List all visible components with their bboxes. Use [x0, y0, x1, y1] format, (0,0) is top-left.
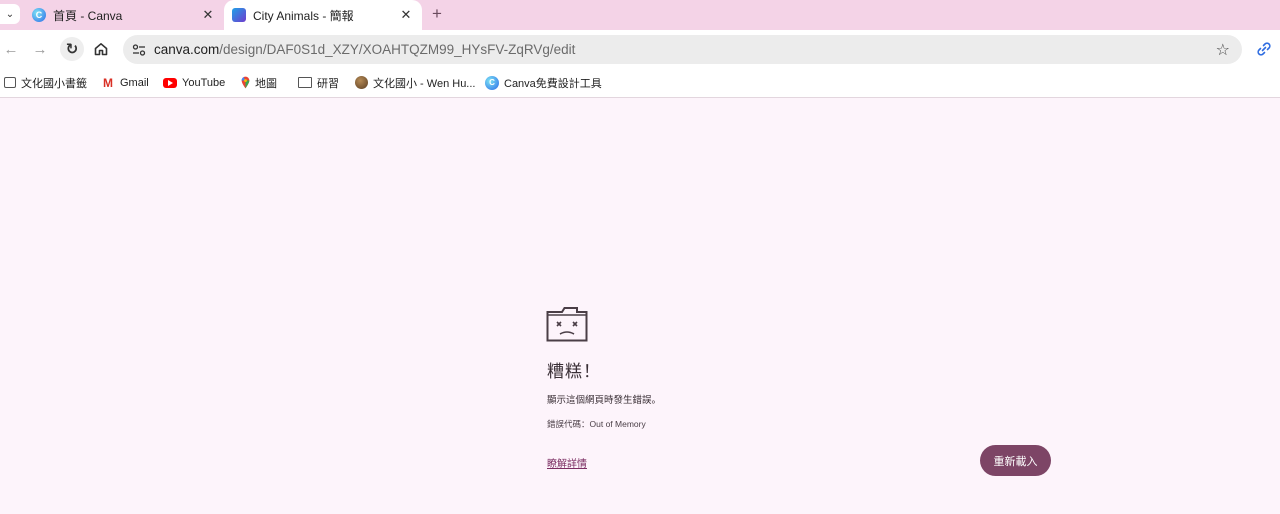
error-title: 糟糕！: [547, 362, 601, 381]
home-button[interactable]: [91, 39, 111, 59]
url-host: canva.com: [154, 42, 220, 57]
bookmark-label: Canva免費設計工具: [504, 77, 602, 90]
address-bar[interactable]: canva.com/design/DAF0S1d_XZY/XOAHTQZM99_…: [123, 35, 1242, 64]
close-icon[interactable]: ✕: [200, 7, 216, 23]
error-code: 錯誤代碼：Out of Memory: [547, 419, 646, 429]
bookmark-folder-training[interactable]: 研習: [298, 74, 339, 91]
bookmark-youtube[interactable]: YouTube: [163, 74, 225, 91]
bookmarks-bar: 文化國小書籤 M Gmail YouTube 地圖 研習 文化國小 - Wen …: [0, 68, 1280, 98]
home-icon: [94, 43, 108, 56]
bookmark-label: Gmail: [120, 76, 149, 89]
bookmark-wenhua-school[interactable]: 文化國小書籤: [4, 74, 87, 91]
url-path: /design/DAF0S1d_XZY/XOAHTQZM99_HYsFV-ZqR…: [219, 42, 576, 57]
youtube-icon: [163, 77, 177, 88]
bookmark-apps-icon: [4, 77, 16, 88]
folder-icon: [298, 77, 312, 88]
bookmark-canva[interactable]: C Canva免費設計工具: [485, 74, 602, 91]
new-tab-button[interactable]: +: [428, 4, 446, 23]
browser-toolbar: ← → ↻ canva.com/design/DAF0S1d_XZY/XOAHT…: [0, 30, 1280, 68]
city-animals-icon: [232, 8, 246, 22]
reload-button[interactable]: ↻: [60, 37, 84, 61]
plus-icon: +: [432, 4, 442, 23]
tab-city-animals[interactable]: City Animals - 簡報 ✕: [224, 0, 422, 30]
bookmark-label: 地圖: [255, 77, 277, 90]
bookmark-maps[interactable]: 地圖: [241, 74, 277, 91]
tab-canva-home[interactable]: C 首頁 - Canva ✕: [24, 0, 224, 30]
bookmark-gmail[interactable]: M Gmail: [101, 74, 149, 91]
canva-icon: C: [32, 8, 46, 22]
bookmark-star-icon[interactable]: ☆: [1216, 40, 1230, 60]
chevron-down-icon: ⌄: [5, 8, 15, 20]
bookmark-label: 研習: [317, 77, 339, 90]
error-description: 顯示這個網頁時發生錯誤。: [547, 395, 662, 406]
avatar-icon: [355, 76, 368, 89]
arrow-left-icon: ←: [3, 40, 19, 58]
url-text[interactable]: canva.com/design/DAF0S1d_XZY/XOAHTQZM99_…: [154, 42, 575, 57]
reload-page-button[interactable]: 重新載入: [980, 445, 1051, 476]
site-info-icon[interactable]: [129, 40, 149, 60]
canva-icon: C: [485, 75, 499, 90]
tab-title: City Animals - 簡報: [253, 8, 354, 23]
back-button[interactable]: ←: [1, 39, 21, 59]
error-page: 糟糕！ 顯示這個網頁時發生錯誤。 錯誤代碼：Out of Memory 瞭解詳情…: [0, 98, 1280, 514]
close-icon[interactable]: ✕: [398, 7, 414, 23]
maps-icon: [241, 76, 250, 89]
forward-button[interactable]: →: [30, 39, 50, 59]
tab-strip: ⌄ C 首頁 - Canva ✕ City Animals - 簡報 ✕ +: [0, 0, 1280, 30]
tab-search-button[interactable]: ⌄: [0, 4, 20, 24]
bookmark-label: YouTube: [182, 76, 226, 89]
bookmark-wenhua-wen-hu[interactable]: 文化國小 - Wen Hu...: [355, 74, 475, 91]
gmail-icon: M: [103, 75, 113, 90]
sad-folder-icon: [546, 307, 588, 342]
bookmark-label: 文化國小 - Wen Hu...: [373, 77, 476, 90]
tab-title: 首頁 - Canva: [53, 8, 123, 23]
reload-icon: ↻: [65, 41, 79, 58]
bookmark-label: 文化國小書籤: [21, 77, 87, 90]
arrow-right-icon: →: [32, 40, 48, 58]
link-extension-icon[interactable]: [1254, 39, 1274, 59]
learn-more-link[interactable]: 瞭解詳情: [547, 455, 587, 470]
